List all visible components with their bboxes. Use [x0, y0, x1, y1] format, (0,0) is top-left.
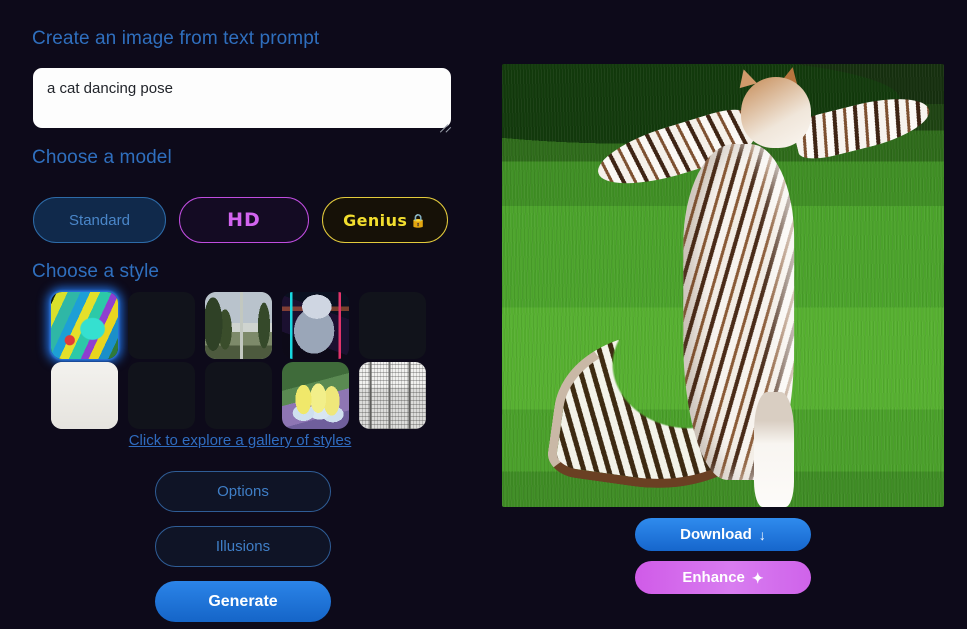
cat-leg	[753, 391, 794, 507]
lock-icon: 🔒	[410, 213, 427, 229]
dancing-cat-subject	[502, 64, 944, 507]
style-thumbnail-ink-cityscape[interactable]	[359, 362, 426, 429]
result-action-stack: Download ↓ Enhance ✦	[635, 518, 811, 594]
style-thumbnail-anime-portrait[interactable]	[359, 292, 426, 359]
style-thumbnail-grid	[51, 292, 426, 429]
style-thumbnail-romantic-landscape[interactable]	[205, 292, 272, 359]
illusions-button[interactable]: Illusions	[155, 526, 331, 567]
style-thumbnail-image	[51, 292, 118, 359]
model-option-hd-label: HD	[227, 209, 261, 231]
style-thumbnail-image	[51, 362, 118, 429]
style-thumbnail-image	[128, 362, 195, 429]
cat-head	[740, 77, 812, 149]
sparkle-icon: ✦	[751, 569, 764, 586]
enhance-button[interactable]: Enhance ✦	[635, 561, 811, 594]
style-section-heading: Choose a style	[32, 261, 160, 282]
style-thumbnail-photoreal-panda[interactable]	[128, 292, 195, 359]
model-option-hd[interactable]: HD	[179, 197, 309, 243]
model-option-group: Standard HD Genius 🔒	[33, 197, 448, 243]
style-thumbnail-image	[359, 362, 426, 429]
download-button[interactable]: Download ↓	[635, 518, 811, 551]
prompt-section-heading: Create an image from text prompt	[32, 28, 320, 49]
model-option-genius-label: Genius	[343, 210, 408, 230]
action-button-stack: Options Illusions Generate	[155, 471, 331, 622]
style-thumbnail-renaissance-portrait[interactable]	[128, 362, 195, 429]
result-panel: Download ↓ Enhance ✦	[480, 0, 967, 629]
cat-right-arm	[790, 87, 935, 165]
style-thumbnail-image	[205, 292, 272, 359]
download-arrow-icon: ↓	[758, 526, 766, 543]
enhance-button-label: Enhance	[682, 569, 745, 586]
style-thumbnail-image	[128, 292, 195, 359]
generated-image[interactable]	[502, 64, 944, 507]
style-thumbnail-image	[359, 292, 426, 359]
image-generator-app: Create an image from text prompt Choose …	[0, 0, 967, 629]
style-thumbnail-image	[205, 362, 272, 429]
download-button-label: Download	[680, 526, 752, 543]
options-button[interactable]: Options	[155, 471, 331, 512]
generate-button[interactable]: Generate	[155, 581, 331, 622]
model-option-genius[interactable]: Genius 🔒	[322, 197, 448, 243]
style-thumbnail-impressionist-ballet[interactable]	[282, 362, 349, 429]
style-thumbnail-cubist-flowers[interactable]	[205, 362, 272, 429]
model-option-standard[interactable]: Standard	[33, 197, 166, 243]
style-thumbnail-image	[282, 362, 349, 429]
style-gallery-link[interactable]: Click to explore a gallery of styles	[0, 432, 480, 449]
style-thumbnail-abstract-expressionist[interactable]	[51, 292, 118, 359]
style-thumbnail-image	[282, 292, 349, 359]
controls-panel: Create an image from text prompt Choose …	[0, 0, 480, 629]
style-thumbnail-cyberpunk-mech[interactable]	[282, 292, 349, 359]
model-section-heading: Choose a model	[32, 147, 172, 168]
prompt-input[interactable]	[33, 68, 451, 128]
style-thumbnail-pencil-sketch-car[interactable]	[51, 362, 118, 429]
model-option-standard-label: Standard	[69, 211, 130, 229]
